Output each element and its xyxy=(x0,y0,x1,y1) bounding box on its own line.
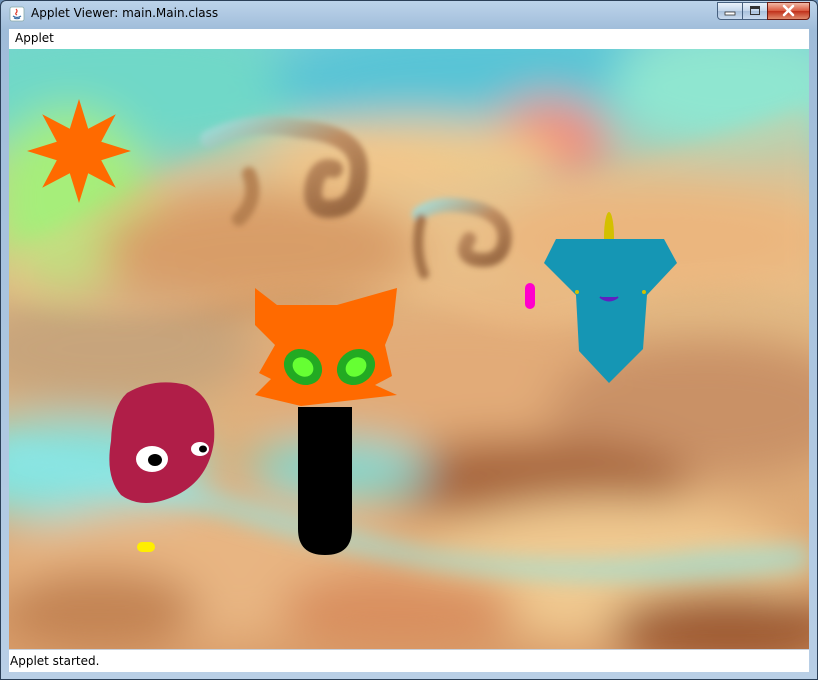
menu-bar: Applet xyxy=(9,29,809,50)
applet-scene xyxy=(9,49,809,649)
status-bar: Applet started. xyxy=(9,649,809,672)
orange-cat-head xyxy=(255,288,397,406)
window-title: Applet Viewer: main.Main.class xyxy=(31,6,219,20)
minimize-icon xyxy=(724,11,736,16)
close-icon xyxy=(782,4,795,17)
menu-applet[interactable]: Applet xyxy=(15,31,54,45)
applet-viewer-window: Applet Viewer: main.Main.class Applet Ap… xyxy=(0,0,818,680)
black-stick-body xyxy=(298,407,352,555)
status-text: Applet started. xyxy=(10,654,100,668)
title-bar[interactable]: Applet Viewer: main.Main.class xyxy=(1,1,817,27)
maximize-button[interactable] xyxy=(742,2,768,20)
magenta-pill xyxy=(525,283,535,309)
close-button[interactable] xyxy=(767,2,810,20)
minimize-button[interactable] xyxy=(717,2,743,20)
java-icon xyxy=(9,6,25,22)
yellow-pill xyxy=(137,542,155,552)
background-landscape xyxy=(9,49,809,649)
sun-icon xyxy=(27,99,131,203)
maximize-icon xyxy=(750,6,760,15)
applet-canvas[interactable] xyxy=(9,49,809,649)
